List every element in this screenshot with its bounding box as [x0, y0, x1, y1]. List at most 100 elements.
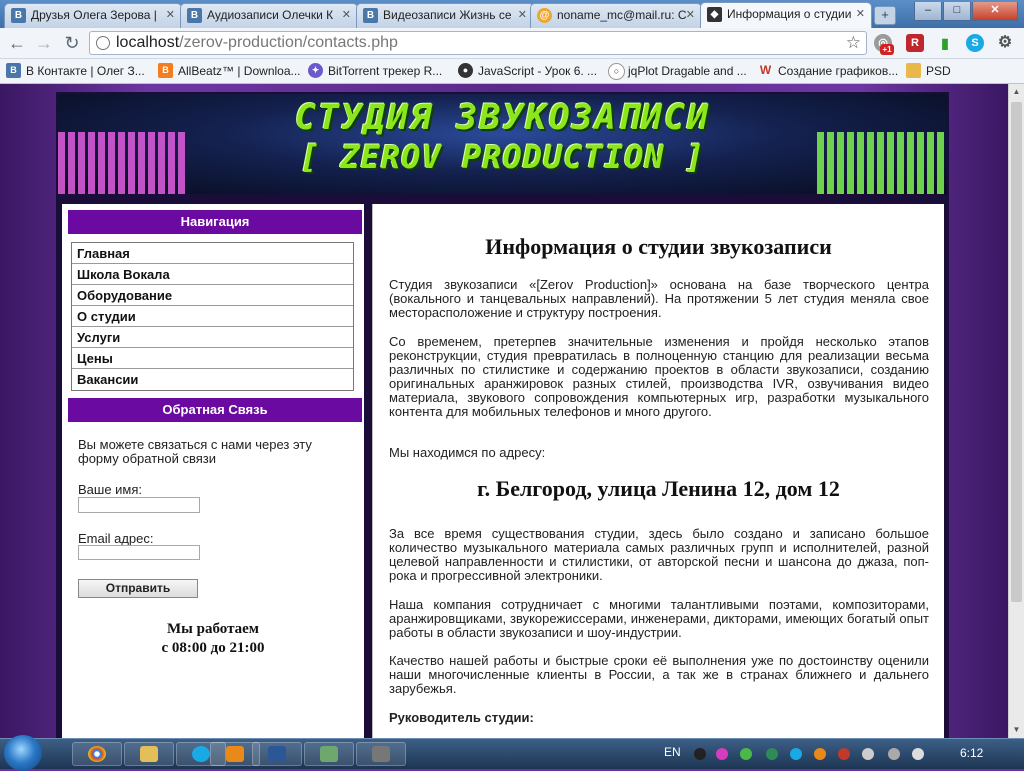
- feedback-intro: Вы можете связаться с нами через эту фор…: [78, 437, 312, 466]
- tab-vk-audio[interactable]: B Аудиозаписи Олечки К ✕: [180, 3, 358, 28]
- taskbar-explorer[interactable]: [124, 742, 174, 766]
- tray-shield-icon[interactable]: [740, 748, 752, 760]
- nav-title: Навигация: [68, 210, 362, 234]
- nav-item-equipment[interactable]: Оборудование: [72, 285, 353, 306]
- window-controls: – □ ✕: [913, 0, 1018, 21]
- windows-taskbar: EN 6:12: [0, 735, 1024, 771]
- bookmark-bittorrent[interactable]: ✦ BitTorrent трекер R...: [308, 63, 442, 79]
- paragraph-3: Мы находимся по адресу:: [389, 445, 546, 460]
- tray-flag-icon[interactable]: [862, 748, 874, 760]
- nav-item-about[interactable]: О студии: [72, 306, 353, 327]
- page-title: Информация о студии звукозаписи: [485, 234, 832, 259]
- taskbar-app[interactable]: [304, 742, 354, 766]
- tab-mail[interactable]: @ noname_mc@mail.ru: С ✕: [530, 3, 702, 28]
- bookmark-jqplot[interactable]: ○ jqPlot Dragable and ...: [608, 63, 747, 80]
- tray-pen-icon[interactable]: [716, 748, 728, 760]
- start-button[interactable]: [4, 735, 42, 771]
- scroll-up-icon[interactable]: ▲: [1009, 84, 1024, 100]
- tab-vk-video[interactable]: B Видеозаписи Жизнь се ✕: [356, 3, 534, 28]
- paragraph-6: Качество нашей работы и быстрые сроки её…: [389, 653, 929, 696]
- close-tab-icon[interactable]: ✕: [686, 4, 695, 26]
- extension-r-icon[interactable]: R: [906, 34, 924, 52]
- director-label: Руководитель студии:: [389, 710, 534, 725]
- nav-item-services[interactable]: Услуги: [72, 327, 353, 348]
- incognito-icon: ◆: [707, 7, 722, 22]
- tray-update-icon[interactable]: [814, 748, 826, 760]
- tab-label: Видеозаписи Жизнь се: [383, 8, 512, 22]
- close-tab-icon[interactable]: ✕: [166, 4, 175, 26]
- taskbar-tool[interactable]: [356, 742, 406, 766]
- reload-icon[interactable]: ↻: [61, 32, 83, 54]
- maximize-button[interactable]: □: [943, 2, 971, 21]
- address-heading: г. Белгород, улица Ленина 12, дом 12: [477, 476, 840, 501]
- tab-label: Аудиозаписи Олечки К: [207, 8, 334, 22]
- banner-title: СТУДИЯ ЗВУКОЗАПИСИ: [294, 98, 711, 138]
- system-clock[interactable]: 6:12: [960, 746, 983, 760]
- tab-label: noname_mc@mail.ru: С: [557, 8, 687, 22]
- name-input[interactable]: [78, 497, 200, 513]
- folder-icon: [906, 63, 921, 78]
- wrench-icon[interactable]: ⚙: [996, 34, 1014, 52]
- media-player-icon: [226, 746, 244, 762]
- tab-vk-friends[interactable]: B Друзья Олега Зерова | ✕: [4, 3, 182, 28]
- word-icon: [268, 746, 286, 762]
- globe-icon: ●: [458, 63, 473, 78]
- tray-skype-icon[interactable]: [790, 748, 802, 760]
- close-window-button[interactable]: ✕: [972, 2, 1018, 21]
- bookmark-javascript[interactable]: ● JavaScript - Урок 6. ...: [458, 63, 597, 79]
- email-input[interactable]: [78, 545, 200, 560]
- new-tab-button[interactable]: +: [874, 6, 896, 25]
- close-tab-icon[interactable]: ✕: [342, 4, 351, 26]
- hours-line-2: с 08:00 до 21:00: [161, 640, 265, 656]
- volume-icon[interactable]: [912, 748, 924, 760]
- scroll-down-icon[interactable]: ▼: [1009, 722, 1024, 738]
- email-label: Email адрес:: [78, 531, 154, 546]
- close-tab-icon[interactable]: ✕: [856, 3, 865, 25]
- hours-line-1: Мы работаем: [167, 621, 259, 637]
- vk-icon: B: [11, 8, 26, 23]
- sidebar: Навигация Главная Школа Вокала Оборудова…: [62, 204, 364, 738]
- circle-icon: ○: [608, 63, 625, 80]
- tab-label: Друзья Олега Зерова |: [31, 8, 157, 22]
- site-banner: СТУДИЯ ЗВУКОЗАПИСИ [ ZEROV PRODUCTION ]: [58, 94, 947, 194]
- scrollbar-thumb[interactable]: [1011, 102, 1022, 602]
- tray-incognito-icon[interactable]: [694, 748, 706, 760]
- tray-alert-icon[interactable]: [838, 748, 850, 760]
- tab-studio-info[interactable]: ◆ Информация о студии ✕: [700, 2, 872, 28]
- chrome-icon: [88, 746, 106, 762]
- skype-icon[interactable]: S: [966, 34, 984, 52]
- paragraph-5: Наша компания сотрудничает с многими тал…: [389, 597, 929, 640]
- back-icon[interactable]: ←: [6, 32, 28, 54]
- minimize-button[interactable]: –: [914, 2, 942, 21]
- address-bar[interactable]: localhost/zerov-production/contacts.php …: [89, 31, 867, 55]
- close-tab-icon[interactable]: ✕: [518, 4, 527, 26]
- paragraph-2: Со временем, претерпев значительные изме…: [389, 334, 929, 419]
- language-indicator[interactable]: EN: [664, 745, 681, 759]
- bookmark-star-icon[interactable]: ☆: [846, 32, 861, 54]
- nav-item-vacancies[interactable]: Вакансии: [72, 369, 353, 390]
- mail-icon: @: [537, 8, 552, 23]
- send-button[interactable]: Отправить: [78, 579, 198, 598]
- tray-network-icon[interactable]: [766, 748, 778, 760]
- vk-icon: B: [6, 63, 21, 78]
- bookmark-charts[interactable]: W Создание графиков...: [758, 63, 898, 79]
- site-frame: СТУДИЯ ЗВУКОЗАПИСИ [ ZEROV PRODUCTION ] …: [56, 92, 949, 738]
- signal-icon[interactable]: ▮: [936, 34, 954, 52]
- main-content: Информация о студии звукозаписи Студия з…: [372, 204, 944, 738]
- name-label: Ваше имя:: [78, 482, 143, 497]
- w-logo-icon: W: [759, 63, 772, 77]
- extension-badge: +1: [880, 44, 894, 55]
- url-text[interactable]: localhost/zerov-production/contacts.php: [116, 33, 398, 53]
- bookmark-psd-folder[interactable]: PSD: [906, 63, 951, 79]
- feedback-title: Обратная Связь: [68, 398, 362, 422]
- forward-icon[interactable]: →: [33, 32, 55, 54]
- nav-item-home[interactable]: Главная: [72, 243, 353, 264]
- nav-item-prices[interactable]: Цены: [72, 348, 353, 369]
- bookmark-allbeatz[interactable]: B AllBeatz™ | Downloa...: [158, 63, 301, 79]
- page-scrollbar[interactable]: ▲ ▼: [1008, 84, 1024, 738]
- tray-battery-icon[interactable]: [888, 748, 900, 760]
- taskbar-chrome[interactable]: [72, 742, 122, 766]
- nav-item-vocal-school[interactable]: Школа Вокала: [72, 264, 353, 285]
- bookmark-vk[interactable]: BВ Контакте | Олег З...: [6, 63, 145, 79]
- taskbar-word[interactable]: [252, 742, 302, 766]
